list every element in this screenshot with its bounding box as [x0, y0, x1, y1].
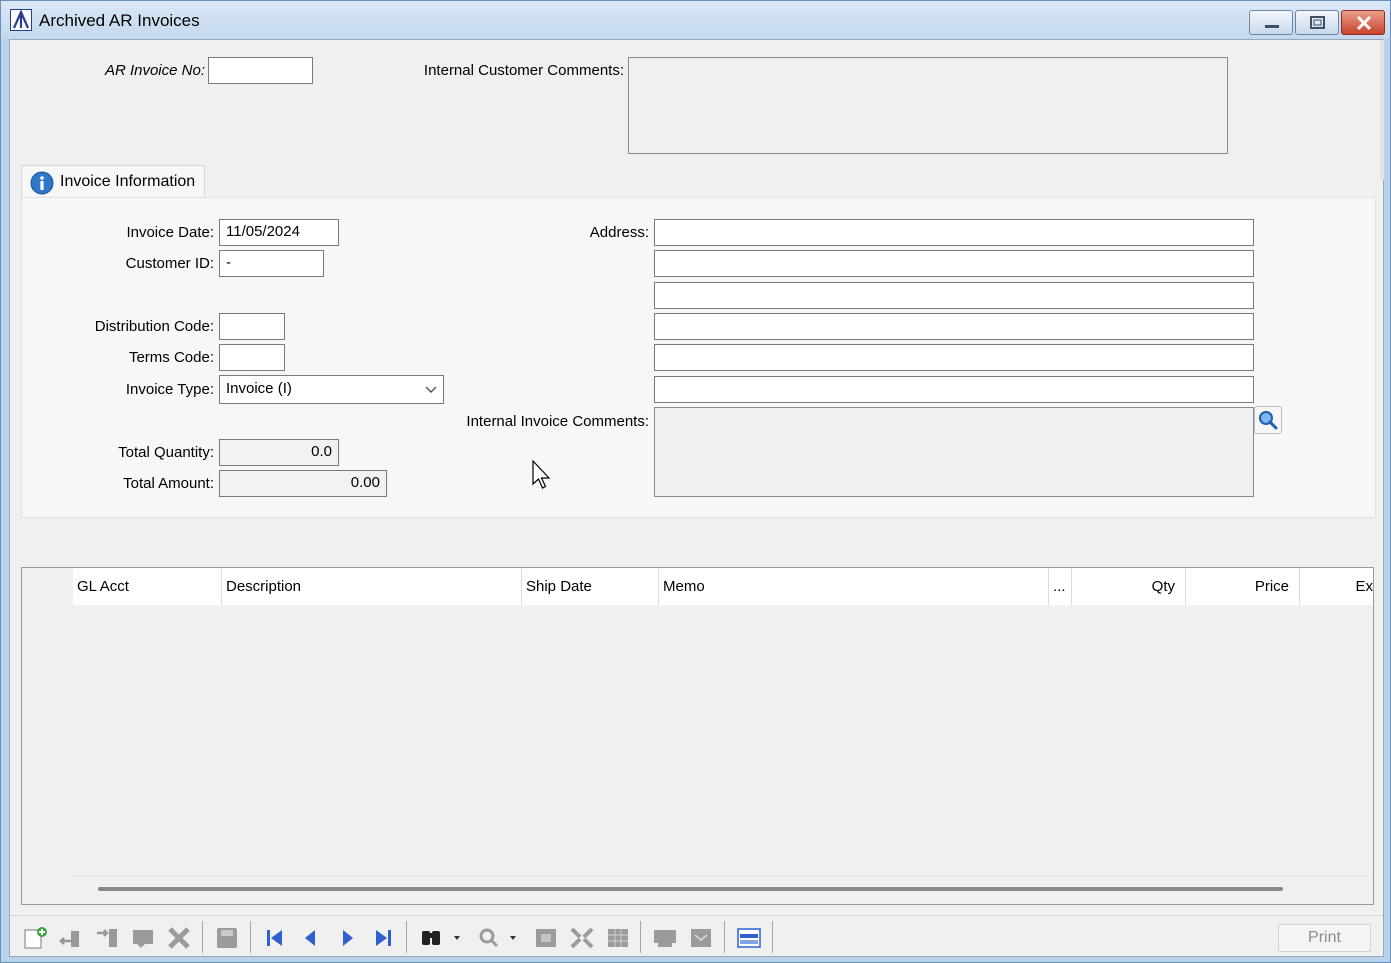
info-icon	[30, 171, 54, 195]
invoice-lines-grid[interactable]: GL Acct Description Ship Date Memo ... Q…	[21, 567, 1374, 905]
chevron-down-icon	[423, 381, 439, 401]
column-header-description[interactable]: Description	[222, 568, 522, 605]
internal-customer-comments-label: Internal Customer Comments:	[423, 62, 624, 79]
invoice-date-label: Invoice Date:	[126, 224, 214, 241]
next-record-icon[interactable]	[333, 925, 361, 951]
invoice-type-select[interactable]: Invoice (I)	[219, 375, 444, 404]
internal-invoice-comments-textarea[interactable]	[654, 407, 1254, 497]
address-line-4[interactable]	[654, 313, 1254, 340]
terms-code-label: Terms Code:	[128, 349, 214, 366]
internal-invoice-comments-label: Internal Invoice Comments:	[466, 413, 649, 430]
window-title: Archived AR Invoices	[39, 11, 200, 30]
tab-invoice-information[interactable]: Invoice Information	[21, 165, 205, 198]
ar-invoice-no-label: AR Invoice No:	[104, 62, 205, 79]
address-line-3[interactable]	[654, 282, 1254, 309]
address-line-1[interactable]	[654, 219, 1254, 246]
find-binoculars-icon[interactable]	[418, 925, 460, 951]
form-client-area: AR Invoice No: Internal Customer Comment…	[9, 39, 1384, 957]
bottom-toolbar: Print	[10, 915, 1383, 956]
column-header-gl-acct[interactable]: GL Acct	[73, 568, 222, 605]
search-icon	[1255, 411, 1281, 437]
archive-icon[interactable]	[687, 925, 715, 951]
column-header-qty[interactable]: Qty	[1072, 568, 1186, 605]
toolbar-separator	[202, 921, 203, 953]
minimize-button[interactable]	[1249, 10, 1293, 35]
internal-customer-comments-textarea[interactable]	[628, 57, 1228, 154]
edit-icon[interactable]	[129, 925, 157, 951]
last-record-icon[interactable]	[369, 925, 397, 951]
invoice-type-value: Invoice (I)	[226, 380, 292, 397]
address-line-6[interactable]	[654, 376, 1254, 403]
distribution-code-label: Distribution Code:	[94, 318, 214, 335]
column-header-more[interactable]: ...	[1049, 568, 1072, 605]
close-button[interactable]	[1341, 10, 1385, 35]
address-line-2[interactable]	[654, 250, 1254, 277]
address-label: Address:	[589, 224, 649, 241]
total-quantity-field: 0.0	[219, 439, 339, 466]
column-header-memo[interactable]: Memo	[659, 568, 1049, 605]
save-icon[interactable]	[213, 925, 241, 951]
toolbar-separator	[772, 921, 773, 953]
toolbar-separator	[724, 921, 725, 953]
tab-label: Invoice Information	[60, 173, 196, 190]
add-row-icon[interactable]	[57, 925, 85, 951]
invoice-information-panel: Invoice Date: 11/05/2024 Customer ID: - …	[21, 197, 1376, 518]
zoom-icon[interactable]	[476, 925, 518, 951]
ar-invoice-no-input[interactable]	[208, 57, 313, 84]
address-line-5[interactable]	[654, 344, 1254, 371]
layout-icon[interactable]	[735, 925, 763, 951]
horizontal-scrollbar-thumb[interactable]	[98, 887, 1283, 891]
report-icon[interactable]	[651, 925, 679, 951]
mouse-pointer-icon	[532, 459, 552, 494]
grid-header: GL Acct Description Ship Date Memo ... Q…	[22, 568, 1373, 605]
title-bar[interactable]: Archived AR Invoices	[1, 1, 1390, 39]
total-quantity-label: Total Quantity:	[118, 444, 214, 461]
distribution-code-field[interactable]	[219, 313, 285, 340]
delete-icon[interactable]	[165, 925, 193, 951]
column-header-price[interactable]: Price	[1186, 568, 1300, 605]
total-amount-label: Total Amount:	[123, 475, 214, 492]
table-icon[interactable]	[604, 925, 632, 951]
insert-row-icon[interactable]	[93, 925, 121, 951]
vertical-scrollbar[interactable]	[1380, 40, 1384, 180]
customer-id-field[interactable]: -	[219, 250, 324, 277]
invoice-date-field[interactable]: 11/05/2024	[219, 219, 339, 246]
customer-id-label: Customer ID:	[125, 255, 214, 272]
first-record-icon[interactable]	[261, 925, 289, 951]
toolbar-separator	[640, 921, 641, 953]
grid-view-icon[interactable]	[532, 925, 560, 951]
comments-search-button[interactable]	[1254, 406, 1282, 434]
app-logo-icon	[10, 9, 32, 31]
expand-icon[interactable]	[568, 925, 596, 951]
print-button[interactable]: Print	[1278, 924, 1371, 952]
toolbar-separator	[406, 921, 407, 953]
previous-record-icon[interactable]	[297, 925, 325, 951]
new-record-icon[interactable]	[21, 925, 49, 951]
row-header-cell	[22, 568, 73, 605]
column-header-ship-date[interactable]: Ship Date	[522, 568, 659, 605]
invoice-type-label: Invoice Type:	[125, 381, 214, 398]
column-header-ext[interactable]: Ex	[1300, 568, 1373, 605]
terms-code-field[interactable]	[219, 344, 285, 371]
toolbar-separator	[250, 921, 251, 953]
app-window: Archived AR Invoices AR Invoice No: Inte…	[0, 0, 1391, 963]
total-amount-field: 0.00	[219, 470, 387, 497]
maximize-button[interactable]	[1295, 10, 1339, 35]
